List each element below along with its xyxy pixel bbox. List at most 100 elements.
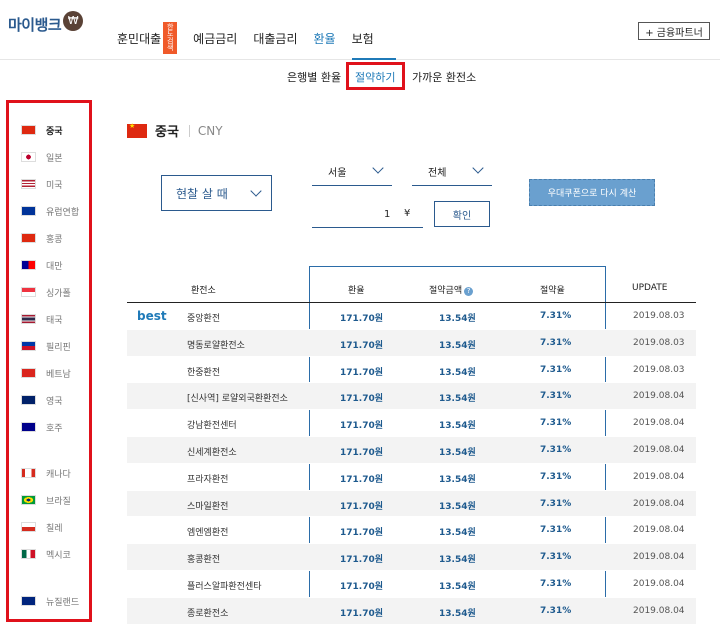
nav-label: 보험 <box>351 31 374 46</box>
table-row[interactable]: 프라자환전 171.70원 13.54원 7.31% 2019.08.04 <box>127 464 696 491</box>
active-tab-indicator <box>352 58 396 60</box>
logo[interactable]: 마이뱅크 ₩ <box>8 10 84 35</box>
table-row[interactable]: 플러스알파환전센타 171.70원 13.54원 7.31% 2019.08.0… <box>127 571 696 598</box>
table-row[interactable]: best 중앙환전 171.70원 13.54원 7.31% 2019.08.0… <box>127 303 696 330</box>
saving-rate-value: 7.31% <box>540 552 572 563</box>
tab-bank-rates[interactable]: 은행별 환율 <box>287 69 341 85</box>
nav-item-exchange[interactable]: 환율 <box>314 22 336 54</box>
exchange-type-select[interactable]: 현찰 살 때 <box>161 175 272 211</box>
rate-value: 171.70원 <box>340 501 384 512</box>
rate-value: 171.70원 <box>340 394 384 405</box>
sidebar-item-thailand[interactable]: 태국 <box>21 312 63 326</box>
sidebar-label: 중국 <box>46 126 63 137</box>
office-name: 중앙환전 <box>187 314 221 324</box>
sidebar-item-vietnam[interactable]: 베트남 <box>21 366 71 380</box>
country-name: 중국 <box>155 125 179 140</box>
sidebar-item-canada[interactable]: 캐나다 <box>21 466 71 480</box>
nav-item-loan[interactable]: 훈민대출 한도 검색 <box>117 22 178 54</box>
sidebar-label: 브라질 <box>46 496 71 507</box>
header-exchange-office: 환전소 <box>191 286 216 296</box>
table-row[interactable]: [신사역] 로얄외국환환전소 171.70원 13.54원 7.31% 2019… <box>127 383 696 411</box>
region-select[interactable]: 서울 <box>312 160 392 186</box>
saving-value: 13.54원 <box>439 447 476 458</box>
rate-value: 171.70원 <box>340 608 384 619</box>
nav-item-loan-rate[interactable]: 대출금리 <box>253 22 297 54</box>
amount-input[interactable]: 1 ¥ <box>312 202 423 228</box>
chevron-down-icon <box>250 185 262 197</box>
canada-flag-icon <box>21 468 36 478</box>
office-name: 신세계환전소 <box>187 447 237 458</box>
financial-partner-button[interactable]: + 금융파트너 <box>638 22 710 40</box>
sidebar-label: 홍콩 <box>46 234 63 245</box>
saving-value: 13.54원 <box>439 555 476 566</box>
sidebar-item-eu[interactable]: 유럽연합 <box>21 204 79 218</box>
sidebar-item-taiwan[interactable]: 대만 <box>21 258 63 272</box>
rate-value: 171.70원 <box>340 581 384 592</box>
table-row[interactable]: 종로환전소 171.70원 13.54원 7.31% 2019.08.04 <box>127 597 696 624</box>
yuan-symbol: ¥ <box>404 208 411 219</box>
table-row[interactable]: 홍콩환전 171.70원 13.54원 7.31% 2019.08.04 <box>127 544 696 571</box>
sidebar-item-china[interactable]: 중국 <box>21 123 63 137</box>
help-icon[interactable]: ? <box>464 287 474 296</box>
header-rate: 환율 <box>348 286 365 296</box>
table-row[interactable]: 엠엔엠환전 171.70원 13.54원 7.31% 2019.08.04 <box>127 517 696 545</box>
update-date: 2019.08.03 <box>633 364 685 375</box>
philippines-flag-icon <box>21 341 36 351</box>
sidebar-label: 칠레 <box>46 523 63 534</box>
update-date: 2019.08.04 <box>633 444 685 455</box>
sidebar-item-hongkong[interactable]: 홍콩 <box>21 231 63 245</box>
china-flag-icon <box>127 122 147 138</box>
rate-value: 171.70원 <box>340 314 384 324</box>
sidebar-label: 싱가폴 <box>46 288 71 299</box>
table-row[interactable]: 신세계환전소 171.70원 13.54원 7.31% 2019.08.04 <box>127 436 696 464</box>
update-date: 2019.08.04 <box>633 552 685 563</box>
sidebar-item-usa[interactable]: 미국 <box>21 177 63 191</box>
coupon-recalculate-button[interactable]: 우대쿠폰으로 다시 계산 <box>529 179 655 206</box>
table-header: 환전소 환율 절약금액? 절약율 UPDATE <box>127 275 696 303</box>
sidebar-item-mexico[interactable]: 멕시코 <box>21 547 71 561</box>
nav-label: 예금금리 <box>193 31 238 46</box>
highlight-box-tab <box>346 62 405 90</box>
rate-value: 171.70원 <box>340 528 384 539</box>
update-date: 2019.08.03 <box>633 311 685 321</box>
sidebar-item-philippines[interactable]: 필리핀 <box>21 339 71 353</box>
sidebar-label: 호주 <box>46 423 63 434</box>
rate-value: 171.70원 <box>340 447 384 458</box>
tab-nearby-exchange[interactable]: 가까운 환전소 <box>412 69 476 85</box>
table-row[interactable]: 명동로얄환전소 171.70원 13.54원 7.31% 2019.08.03 <box>127 329 696 357</box>
rate-value: 171.70원 <box>340 340 384 351</box>
logo-text: 마이뱅크 <box>8 16 62 34</box>
sidebar-item-singapore[interactable]: 싱가폴 <box>21 285 71 299</box>
sidebar-item-brazil[interactable]: 브라질 <box>21 493 71 507</box>
brazil-flag-icon <box>21 495 36 505</box>
sidebar-label: 뉴질랜드 <box>46 597 80 608</box>
saving-rate-value: 7.31% <box>540 311 572 321</box>
update-date: 2019.08.03 <box>633 337 685 348</box>
rate-value: 171.70원 <box>340 367 384 378</box>
singapore-flag-icon <box>21 287 36 297</box>
confirm-button[interactable]: 확인 <box>434 201 490 227</box>
sidebar-item-uk[interactable]: 영국 <box>21 393 63 407</box>
sidebar-item-japan[interactable]: 일본 <box>21 150 63 164</box>
country-sidebar: 중국 일본 미국 유럽연합 홍콩 대만 싱가폴 태국 필리핀 베트남 영국 호주… <box>6 100 92 622</box>
saving-rate-value: 7.31% <box>540 364 572 375</box>
taiwan-flag-icon <box>21 260 36 270</box>
sidebar-item-newzealand[interactable]: 뉴질랜드 <box>21 594 79 608</box>
thailand-flag-icon <box>21 314 36 324</box>
sidebar-item-australia[interactable]: 호주 <box>21 420 63 434</box>
main-nav: 훈민대출 한도 검색 예금금리 대출금리 환율 보험 <box>117 22 390 54</box>
office-name: 강남환전센터 <box>187 421 237 432</box>
saving-value: 13.54원 <box>439 394 476 405</box>
district-select[interactable]: 전체 <box>412 160 492 186</box>
nav-item-deposit-rate[interactable]: 예금금리 <box>193 22 237 54</box>
office-name: 명동로얄환전소 <box>187 340 245 351</box>
saving-rate-value: 7.31% <box>540 525 572 536</box>
sidebar-item-chile[interactable]: 칠레 <box>21 520 63 534</box>
table-row[interactable]: 한중환전 171.70원 13.54원 7.31% 2019.08.03 <box>127 357 696 384</box>
office-name: 프라자환전 <box>187 474 229 485</box>
table-row[interactable]: 강남환전센터 171.70원 13.54원 7.31% 2019.08.04 <box>127 410 696 437</box>
rate-value: 171.70원 <box>340 474 384 485</box>
nav-item-insurance[interactable]: 보험 <box>352 22 374 54</box>
table-row[interactable]: 스마일환전 171.70원 13.54원 7.31% 2019.08.04 <box>127 490 696 518</box>
saving-value: 13.54원 <box>439 314 476 324</box>
